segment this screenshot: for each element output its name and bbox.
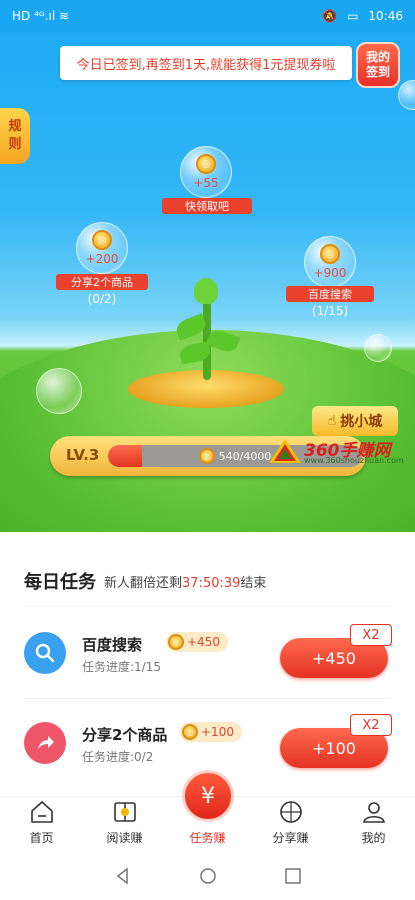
task-row: 百度搜索 ◎ +450 任务进度:1/15 +450 X2: [12, 616, 403, 696]
task-reward-badge: ◎ +450: [166, 632, 228, 652]
nav-label: 分享赚: [272, 831, 309, 845]
coin-icon: ◎: [92, 230, 112, 250]
hero-scene: 今日已签到,再签到1天,就能获得1元提现券啦 我的 签到 规 则 ◎ +55 快…: [0, 0, 415, 532]
level-label: LV.3: [66, 446, 100, 464]
nav-label: 首页: [29, 831, 54, 845]
watermark-logo-icon: [269, 439, 301, 463]
task-progress: 任务进度:0/2: [82, 750, 154, 764]
battery-icon: ▭: [347, 9, 359, 23]
search-icon: [24, 632, 66, 674]
decor-bubble: [36, 368, 82, 414]
coin-icon: ◎: [168, 634, 184, 650]
recents-icon[interactable]: [284, 867, 302, 885]
bubble-label: 分享2个商品: [56, 274, 148, 290]
coin-icon: ◎: [196, 154, 216, 174]
reward-bubble[interactable]: ◎ +55: [180, 146, 232, 198]
home-circle-icon[interactable]: [199, 867, 217, 885]
nav-share[interactable]: 分享赚: [249, 797, 332, 852]
user-icon: [362, 802, 385, 823]
book-icon: [113, 802, 136, 822]
nav-label: 我的: [361, 831, 386, 845]
my-signin-label-1: 我的: [365, 50, 390, 64]
task-reward-value: +100: [201, 725, 234, 739]
reward-bubble[interactable]: ◎ +200: [76, 222, 128, 274]
bubble-value: +200: [85, 252, 119, 266]
decor-bubble: [364, 334, 392, 362]
task-reward-value: +450: [187, 635, 220, 649]
bubble-value: +55: [193, 176, 219, 190]
tasks-subtitle-prefix: 新人翻倍还剩: [104, 576, 183, 591]
task-reward-badge: ◎ +100: [180, 722, 242, 742]
hand-pointer-icon: ☝: [327, 413, 337, 429]
divider: [24, 606, 391, 607]
bubble-label: 快领取吧: [162, 198, 252, 214]
bubble-progress: (1/15): [311, 304, 349, 318]
nav-label: 阅读赚: [106, 831, 143, 845]
daily-tasks-card: 每日任务 新人翻倍还剩37:50:39结束 百度搜索 ◎ +450 任务进度:1…: [12, 548, 403, 798]
nav-home[interactable]: 首页: [0, 797, 83, 852]
back-icon[interactable]: [114, 867, 132, 885]
share-icon: [279, 801, 302, 823]
level-progress-value: 540/4000: [218, 449, 272, 463]
my-signin-button[interactable]: 我的 签到: [356, 42, 400, 88]
nav-label: 任务赚: [189, 831, 226, 845]
reward-bubble[interactable]: ◎ +900: [304, 236, 356, 288]
system-nav-bar: [0, 852, 415, 900]
task-name: 分享2个商品: [82, 726, 168, 744]
my-signin-label-2: 签到: [365, 65, 390, 79]
task-progress: 任务进度:1/15: [82, 660, 161, 674]
coin-icon: ◎: [198, 448, 215, 464]
divider: [24, 698, 391, 699]
nav-profile[interactable]: 我的: [332, 797, 415, 852]
status-time: 10:46: [368, 9, 403, 23]
watermark: 360手赚网 www.360shouzhuan.com: [268, 436, 410, 466]
status-signal: HD ⁴ᴳ.ıl ≋: [12, 9, 70, 23]
bubble-label: 百度搜索: [286, 286, 374, 302]
coin-icon: ◎: [320, 244, 340, 264]
tasks-title: 每日任务: [24, 572, 96, 593]
nav-read[interactable]: 阅读赚: [83, 797, 166, 852]
watermark-url: www.360shouzhuan.com: [304, 456, 404, 465]
rules-button[interactable]: 规 则: [0, 108, 30, 164]
task-name: 百度搜索: [82, 636, 143, 654]
decor-bubble: [398, 80, 415, 110]
bubble-progress: (0/2): [87, 292, 117, 306]
sign-in-banner: 今日已签到,再签到1天,就能获得1元提现券啦: [60, 46, 352, 80]
mall-button[interactable]: ☝ 挑小城: [312, 406, 398, 436]
bubble-value: +900: [313, 266, 347, 280]
multiplier-badge: X2: [350, 624, 392, 646]
status-bar: HD ⁴ᴳ.ıl ≋ 🔕 ▭ 10:46: [0, 0, 415, 32]
tasks-subtitle-suffix: 结束: [240, 576, 267, 591]
rules-label-1: 规: [8, 119, 22, 134]
mall-label: 挑小城: [340, 414, 383, 430]
coin-icon: ◎: [182, 724, 198, 740]
mute-icon: 🔕: [322, 9, 338, 23]
share-arrow-icon: [24, 722, 66, 764]
tasks-subtitle: 新人翻倍还剩37:50:39结束: [104, 572, 266, 591]
home-icon: [30, 800, 53, 823]
multiplier-badge: X2: [350, 714, 392, 736]
tasks-center-button[interactable]: ¥: [182, 770, 234, 822]
rules-label-2: 则: [8, 137, 22, 152]
tasks-countdown: 37:50:39: [182, 576, 241, 591]
plant-bud: [194, 278, 218, 304]
